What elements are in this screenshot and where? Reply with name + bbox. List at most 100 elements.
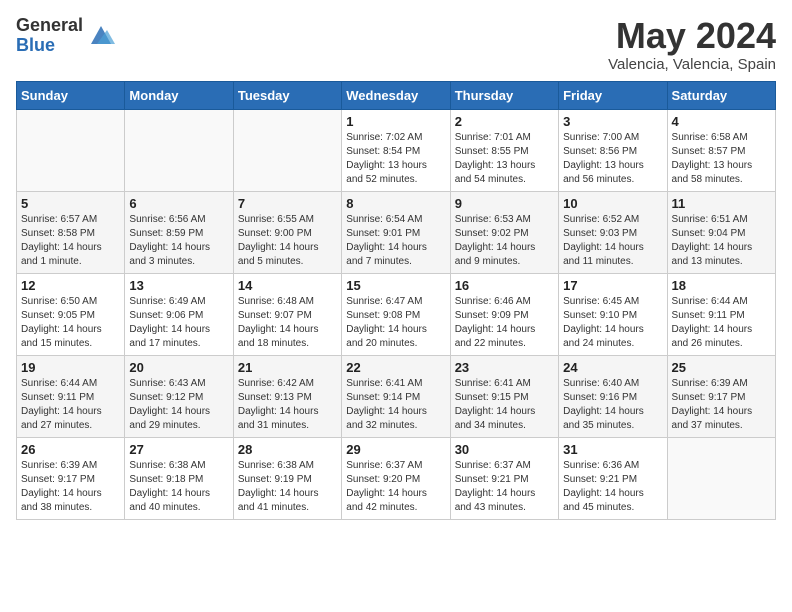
day-number: 27	[129, 442, 228, 457]
calendar-cell: 8Sunrise: 6:54 AM Sunset: 9:01 PM Daylig…	[342, 191, 450, 273]
day-number: 22	[346, 360, 445, 375]
calendar-cell: 7 Sunrise: 6:55 AM Sunset: 9:00 PM Daylig…	[233, 191, 341, 273]
calendar-cell: 27Sunrise: 6:38 AM Sunset: 9:18 PM Dayli…	[125, 437, 233, 519]
calendar-cell: 4 Sunrise: 6:58 AM Sunset: 8:57 PM Daylig…	[667, 109, 775, 191]
day-info: Sunrise: 7:01 AM Sunset: 8:55 PM Dayligh…	[455, 131, 554, 187]
day-number: 4	[672, 114, 771, 129]
calendar-cell: 30Sunrise: 6:37 AM Sunset: 9:21 PM Dayli…	[450, 437, 558, 519]
day-number: 14	[238, 278, 337, 293]
calendar-week-row: 12 Sunrise: 6:50 AM Sunset: 9:05 PM Dayli…	[17, 273, 776, 355]
calendar-week-row: 1 Sunrise: 7:02 AM Sunset: 8:54 PM Daylig…	[17, 109, 776, 191]
day-info: Sunrise: 6:37 AM Sunset: 9:20 PM Dayligh…	[346, 459, 445, 515]
day-info: Sunrise: 6:36 AM Sunset: 9:21 PM Dayligh…	[563, 459, 662, 515]
logo-general-text: General	[16, 16, 83, 36]
calendar-cell: 11 Sunrise: 6:51 AM Sunset: 9:04 PM Dayli…	[667, 191, 775, 273]
calendar-cell: 5 Sunrise: 6:57 AM Sunset: 8:58 PM Daylig…	[17, 191, 125, 273]
calendar-cell: 21Sunrise: 6:42 AM Sunset: 9:13 PM Dayli…	[233, 355, 341, 437]
day-info: Sunrise: 6:50 AM Sunset: 9:05 PM Dayligh…	[21, 295, 120, 351]
day-number: 7	[238, 196, 337, 211]
day-number: 25	[672, 360, 771, 375]
calendar-table: Sunday Monday Tuesday Wednesday Thursday…	[16, 81, 776, 520]
calendar-cell: 31Sunrise: 6:36 AM Sunset: 9:21 PM Dayli…	[559, 437, 667, 519]
calendar-cell: 15Sunrise: 6:47 AM Sunset: 9:08 PM Dayli…	[342, 273, 450, 355]
calendar-cell: 22 Sunrise: 6:41 AM Sunset: 9:14 PM Dayli…	[342, 355, 450, 437]
calendar-cell: 17 Sunrise: 6:45 AM Sunset: 9:10 PM Dayli…	[559, 273, 667, 355]
calendar-cell: 1 Sunrise: 7:02 AM Sunset: 8:54 PM Daylig…	[342, 109, 450, 191]
day-number: 3	[563, 114, 662, 129]
col-friday: Friday	[559, 81, 667, 109]
day-info: Sunrise: 6:58 AM Sunset: 8:57 PM Dayligh…	[672, 131, 771, 187]
day-number: 28	[238, 442, 337, 457]
calendar-cell: 18 Sunrise: 6:44 AM Sunset: 9:11 PM Dayli…	[667, 273, 775, 355]
day-info: Sunrise: 7:00 AM Sunset: 8:56 PM Dayligh…	[563, 131, 662, 187]
day-info: Sunrise: 6:44 AM Sunset: 9:11 PM Dayligh…	[672, 295, 771, 351]
day-info: Sunrise: 6:46 AM Sunset: 9:09 PM Dayligh…	[455, 295, 554, 351]
calendar-cell: 12 Sunrise: 6:50 AM Sunset: 9:05 PM Dayli…	[17, 273, 125, 355]
day-info: Sunrise: 6:38 AM Sunset: 9:19 PM Dayligh…	[238, 459, 337, 515]
day-number: 12	[21, 278, 120, 293]
calendar-cell	[17, 109, 125, 191]
calendar-cell: 2 Sunrise: 7:01 AM Sunset: 8:55 PM Daylig…	[450, 109, 558, 191]
calendar-cell: 9 Sunrise: 6:53 AM Sunset: 9:02 PM Daylig…	[450, 191, 558, 273]
day-info: Sunrise: 7:02 AM Sunset: 8:54 PM Dayligh…	[346, 131, 445, 187]
calendar-cell: 24Sunrise: 6:40 AM Sunset: 9:16 PM Dayli…	[559, 355, 667, 437]
title-block: May 2024 Valencia, Valencia, Spain	[608, 16, 776, 73]
day-number: 13	[129, 278, 228, 293]
day-number: 6	[129, 196, 228, 211]
day-info: Sunrise: 6:44 AM Sunset: 9:11 PM Dayligh…	[21, 377, 120, 433]
day-number: 1	[346, 114, 445, 129]
day-info: Sunrise: 6:45 AM Sunset: 9:10 PM Dayligh…	[563, 295, 662, 351]
col-monday: Monday	[125, 81, 233, 109]
day-info: Sunrise: 6:53 AM Sunset: 9:02 PM Dayligh…	[455, 213, 554, 269]
logo-blue-text: Blue	[16, 36, 83, 56]
col-sunday: Sunday	[17, 81, 125, 109]
logo: General Blue	[16, 16, 115, 56]
calendar-cell	[125, 109, 233, 191]
calendar-body: 1 Sunrise: 7:02 AM Sunset: 8:54 PM Daylig…	[17, 109, 776, 519]
day-number: 2	[455, 114, 554, 129]
day-info: Sunrise: 6:51 AM Sunset: 9:04 PM Dayligh…	[672, 213, 771, 269]
calendar-week-row: 19 Sunrise: 6:44 AM Sunset: 9:11 PM Dayli…	[17, 355, 776, 437]
day-info: Sunrise: 6:37 AM Sunset: 9:21 PM Dayligh…	[455, 459, 554, 515]
calendar-cell: 16 Sunrise: 6:46 AM Sunset: 9:09 PM Dayli…	[450, 273, 558, 355]
day-number: 9	[455, 196, 554, 211]
day-number: 17	[563, 278, 662, 293]
day-info: Sunrise: 6:41 AM Sunset: 9:15 PM Dayligh…	[455, 377, 554, 433]
day-number: 29	[346, 442, 445, 457]
day-info: Sunrise: 6:48 AM Sunset: 9:07 PM Dayligh…	[238, 295, 337, 351]
day-number: 11	[672, 196, 771, 211]
calendar-cell: 6 Sunrise: 6:56 AM Sunset: 8:59 PM Daylig…	[125, 191, 233, 273]
day-info: Sunrise: 6:54 AM Sunset: 9:01 PM Dayligh…	[346, 213, 445, 269]
day-number: 21	[238, 360, 337, 375]
day-number: 26	[21, 442, 120, 457]
location: Valencia, Valencia, Spain	[608, 56, 776, 73]
day-number: 10	[563, 196, 662, 211]
calendar-cell: 28 Sunrise: 6:38 AM Sunset: 9:19 PM Dayli…	[233, 437, 341, 519]
calendar-cell: 3 Sunrise: 7:00 AM Sunset: 8:56 PM Daylig…	[559, 109, 667, 191]
calendar-cell: 10 Sunrise: 6:52 AM Sunset: 9:03 PM Dayli…	[559, 191, 667, 273]
day-number: 20	[129, 360, 228, 375]
day-number: 18	[672, 278, 771, 293]
day-number: 24	[563, 360, 662, 375]
day-info: Sunrise: 6:41 AM Sunset: 9:14 PM Dayligh…	[346, 377, 445, 433]
day-info: Sunrise: 6:55 AM Sunset: 9:00 PM Dayligh…	[238, 213, 337, 269]
day-info: Sunrise: 6:52 AM Sunset: 9:03 PM Dayligh…	[563, 213, 662, 269]
day-info: Sunrise: 6:39 AM Sunset: 9:17 PM Dayligh…	[672, 377, 771, 433]
day-info: Sunrise: 6:56 AM Sunset: 8:59 PM Dayligh…	[129, 213, 228, 269]
day-number: 5	[21, 196, 120, 211]
calendar-cell	[667, 437, 775, 519]
day-number: 19	[21, 360, 120, 375]
calendar-cell: 29 Sunrise: 6:37 AM Sunset: 9:20 PM Dayli…	[342, 437, 450, 519]
calendar-week-row: 5 Sunrise: 6:57 AM Sunset: 8:58 PM Daylig…	[17, 191, 776, 273]
calendar-cell: 19 Sunrise: 6:44 AM Sunset: 9:11 PM Dayli…	[17, 355, 125, 437]
day-info: Sunrise: 6:57 AM Sunset: 8:58 PM Dayligh…	[21, 213, 120, 269]
day-number: 16	[455, 278, 554, 293]
day-info: Sunrise: 6:43 AM Sunset: 9:12 PM Dayligh…	[129, 377, 228, 433]
calendar-week-row: 26 Sunrise: 6:39 AM Sunset: 9:17 PM Dayli…	[17, 437, 776, 519]
day-info: Sunrise: 6:39 AM Sunset: 9:17 PM Dayligh…	[21, 459, 120, 515]
day-number: 23	[455, 360, 554, 375]
day-info: Sunrise: 6:49 AM Sunset: 9:06 PM Dayligh…	[129, 295, 228, 351]
calendar-cell: 25 Sunrise: 6:39 AM Sunset: 9:17 PM Dayli…	[667, 355, 775, 437]
calendar-cell: 26 Sunrise: 6:39 AM Sunset: 9:17 PM Dayli…	[17, 437, 125, 519]
day-info: Sunrise: 6:47 AM Sunset: 9:08 PM Dayligh…	[346, 295, 445, 351]
